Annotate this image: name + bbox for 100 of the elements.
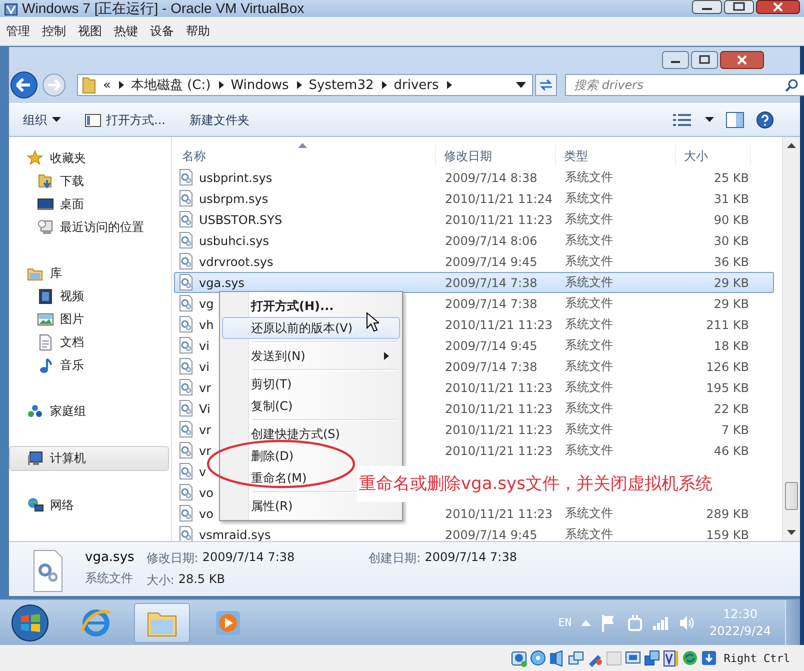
file-name[interactable]: vh <box>199 318 214 332</box>
file-name[interactable]: vsmraid.sys <box>199 528 271 541</box>
file-name[interactable]: USBSTOR.SYS <box>199 212 282 226</box>
menu-item[interactable]: 还原以前的版本(V) <box>222 317 400 339</box>
field-value: 2009/7/14 7:38 <box>202 550 295 566</box>
menu-item[interactable]: 删除(D) <box>222 445 400 467</box>
file-icon <box>179 484 193 501</box>
sidebar-item[interactable]: 计算机 <box>9 446 169 471</box>
sidebar-item[interactable]: 家庭组 <box>9 400 171 423</box>
preview-pane-icon[interactable] <box>726 112 744 128</box>
sidebar-item[interactable]: 最近访问的位置 <box>9 216 171 239</box>
breadcrumb[interactable]: drivers <box>394 78 439 92</box>
sidebar-item[interactable]: 文档 <box>9 331 171 354</box>
column-header[interactable]: 大小 <box>676 145 751 165</box>
file-name[interactable]: vr <box>199 422 212 436</box>
virtualization-icon[interactable] <box>662 650 679 666</box>
toolbar-button[interactable]: 组织 <box>17 108 67 132</box>
menu-item[interactable]: 控制 <box>38 22 74 40</box>
folder-icon <box>82 76 96 94</box>
help-icon[interactable] <box>756 111 774 129</box>
start-icon[interactable] <box>10 602 50 642</box>
homegroup-icon <box>27 403 44 420</box>
menu-item[interactable]: 发送到(N) <box>222 345 400 367</box>
maximize-icon[interactable] <box>691 51 718 69</box>
dropdown-icon[interactable] <box>516 82 526 88</box>
close-icon[interactable] <box>720 51 764 69</box>
folder-icon[interactable] <box>134 602 190 642</box>
capture-icon[interactable] <box>644 650 660 666</box>
refresh-icon[interactable] <box>535 74 557 96</box>
file-name[interactable]: vga.sys <box>199 276 244 290</box>
breadcrumb[interactable]: Windows <box>230 78 289 92</box>
file-name[interactable]: usbrpm.sys <box>199 192 268 206</box>
menu-item[interactable]: 热键 <box>110 22 146 40</box>
scrollbar[interactable] <box>782 137 800 541</box>
sidebar-item[interactable]: 音乐 <box>9 354 171 377</box>
display-icon[interactable] <box>624 650 641 666</box>
search-field[interactable]: 搜索 drivers <box>565 74 804 96</box>
file-name[interactable]: Vi <box>199 402 210 416</box>
chevron-right-icon[interactable] <box>296 81 302 89</box>
back-icon[interactable] <box>9 70 39 100</box>
menu-item[interactable]: 剪切(T) <box>222 373 400 395</box>
caret-icon[interactable] <box>705 117 714 123</box>
file-name[interactable]: vo <box>199 506 214 520</box>
file-name[interactable]: usbprint.sys <box>199 170 272 184</box>
chevron-right-icon[interactable] <box>446 81 452 89</box>
sidebar-item[interactable]: 收藏夹 <box>9 147 171 170</box>
sidebar-item[interactable]: 图片 <box>9 308 171 331</box>
file-name[interactable]: vi <box>199 338 210 352</box>
menu-item[interactable]: 管理 <box>2 22 38 40</box>
file-name[interactable]: vi <box>199 360 210 374</box>
file-name[interactable]: usbuhci.sys <box>199 234 270 248</box>
file-name[interactable]: vr <box>199 444 212 458</box>
keyboard-capture-icon[interactable] <box>700 650 717 666</box>
scroll-up-icon[interactable] <box>787 143 796 148</box>
column-header[interactable]: 类型 <box>556 145 676 165</box>
menu-item[interactable]: 帮助 <box>182 22 218 40</box>
sidebar-item[interactable]: 桌面 <box>9 193 171 216</box>
address-bar[interactable]: « 本地磁盘 (C:) Windows System32 drivers <box>77 74 533 96</box>
menu-item[interactable]: 视图 <box>74 22 110 40</box>
menu-item[interactable]: 打开方式(H)... <box>222 295 400 317</box>
breadcrumb[interactable]: System32 <box>308 78 374 92</box>
sidebar-item[interactable]: 网络 <box>9 494 171 517</box>
minimize-icon[interactable] <box>692 0 722 14</box>
scroll-down-icon[interactable] <box>787 530 796 535</box>
refresh-icon[interactable] <box>682 650 698 666</box>
file-name[interactable]: vr <box>199 380 212 394</box>
maximize-icon[interactable] <box>724 0 754 14</box>
chevron-right-icon[interactable] <box>118 81 124 89</box>
column-header[interactable]: 修改日期 <box>436 145 556 165</box>
toolbar-button[interactable]: 新建文件夹 <box>183 108 256 132</box>
audio-icon[interactable] <box>548 650 565 666</box>
search-icon[interactable] <box>785 78 799 92</box>
table-row[interactable]: vga.sys 2009/7/14 7:38 系统文件 29 KB <box>174 272 774 293</box>
file-name[interactable]: vg <box>199 296 214 310</box>
overflow-chevron[interactable]: « <box>103 78 111 92</box>
file-name[interactable]: vo <box>199 486 214 500</box>
menu-item[interactable]: 复制(C) <box>222 395 400 417</box>
network-adapter-icon[interactable] <box>568 650 584 666</box>
video-icon <box>37 288 54 305</box>
close-icon[interactable] <box>756 0 800 14</box>
chevron-right-icon[interactable] <box>218 81 224 89</box>
optical-disc-icon[interactable] <box>530 650 546 666</box>
breadcrumb[interactable]: 本地磁盘 (C:) <box>130 76 211 94</box>
host-key-label: Right Ctrl <box>724 652 790 664</box>
menu-item[interactable]: 创建快捷方式(S) <box>222 423 400 445</box>
toolbar-button[interactable]: 打开方式... <box>79 108 172 132</box>
scroll-thumb[interactable] <box>785 482 798 510</box>
view-list-icon[interactable] <box>673 113 693 127</box>
type-cell: 系统文件 <box>565 421 613 438</box>
chevron-right-icon[interactable] <box>380 81 387 89</box>
sidebar-item[interactable]: 库 <box>9 262 171 285</box>
sidebar-item[interactable]: 下载 <box>9 170 171 193</box>
menu-item[interactable]: 设备 <box>146 22 182 40</box>
file-name[interactable]: v <box>199 464 206 478</box>
file-name[interactable]: vdrvroot.sys <box>199 254 274 268</box>
type-cell: 系统文件 <box>565 379 613 396</box>
minimize-icon[interactable] <box>662 51 689 69</box>
sidebar-item[interactable]: 视频 <box>9 285 171 308</box>
file-icon <box>179 442 193 459</box>
star-icon <box>27 150 44 167</box>
